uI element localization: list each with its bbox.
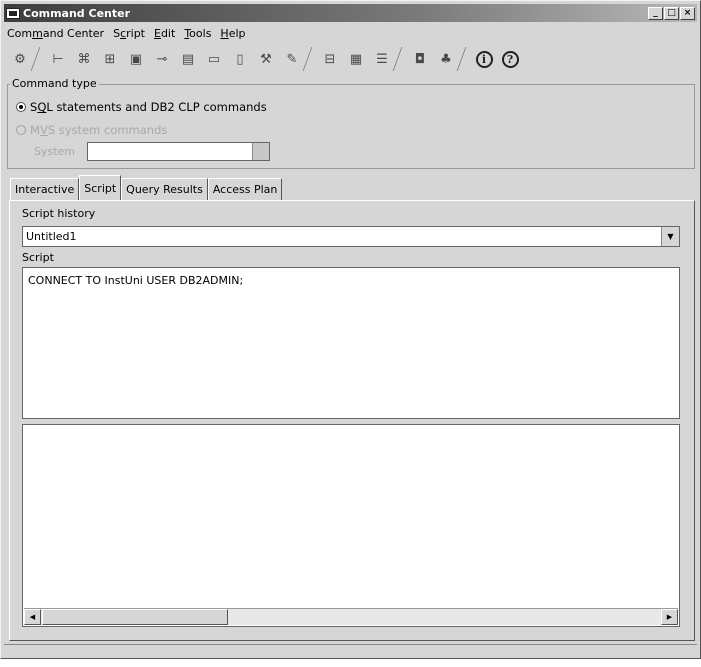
toolbar-separator bbox=[30, 47, 48, 71]
tab-query-results[interactable]: Query Results bbox=[121, 178, 208, 200]
title-bar[interactable]: Command Center _ □ × bbox=[4, 4, 697, 22]
tab-access-plan[interactable]: Access Plan bbox=[207, 178, 283, 200]
script-history-dropdown[interactable]: Untitled1 ▼ bbox=[22, 226, 680, 247]
command-center-window: Command Center _ □ × Command Center Scri… bbox=[0, 0, 701, 659]
toolbar-separator bbox=[456, 47, 474, 71]
scroll-right-icon[interactable]: ▶ bbox=[661, 609, 678, 625]
link-icon[interactable]: ⊸ bbox=[151, 48, 173, 70]
scrollbar-thumb[interactable] bbox=[42, 609, 228, 625]
menu-help[interactable]: Help bbox=[220, 27, 245, 40]
mvs-option: MVS system commands bbox=[16, 123, 167, 137]
sql-option[interactable]: SQL statements and DB2 CLP commands bbox=[16, 100, 267, 114]
toolbar-separator bbox=[302, 47, 320, 71]
menu-command-center[interactable]: Command Center bbox=[7, 27, 104, 40]
menu-tools[interactable]: Tools bbox=[184, 27, 211, 40]
menu-edit[interactable]: Edit bbox=[154, 27, 175, 40]
page-icon[interactable]: ▯ bbox=[229, 48, 251, 70]
script-history-label: Script history bbox=[22, 207, 96, 220]
person-tree-icon[interactable]: ♣ bbox=[435, 48, 457, 70]
toolbar-separator bbox=[392, 47, 410, 71]
command-type-group: Command type SQL statements and DB2 CLP … bbox=[7, 77, 695, 169]
mvs-option-label: MVS system commands bbox=[30, 123, 168, 137]
sql-radio[interactable] bbox=[16, 102, 26, 112]
system-field bbox=[87, 142, 270, 161]
maximize-button[interactable]: □ bbox=[664, 6, 679, 20]
horizontal-scrollbar[interactable]: ◀ ▶ bbox=[24, 608, 678, 625]
tab-script[interactable]: Script bbox=[79, 175, 122, 200]
system-label: System bbox=[34, 145, 76, 158]
list-icon[interactable]: ☰ bbox=[371, 48, 393, 70]
monitor-icon[interactable]: ▭ bbox=[203, 48, 225, 70]
wizard-icon[interactable]: ✎ bbox=[281, 48, 303, 70]
close-button[interactable]: × bbox=[680, 6, 695, 20]
tab-interactive[interactable]: Interactive bbox=[10, 178, 80, 200]
command-type-label: Command type bbox=[10, 77, 99, 90]
system-dropdown-button bbox=[252, 143, 269, 160]
toolbar: ⚙ ⊢ ⌘ ⊞ ▣ ⊸ ▤ ▭ ▯ ⚒ ✎ ⊟ ▦ ☰ ◘ ♣ i ? bbox=[7, 45, 695, 73]
settings-icon[interactable]: ⚙ bbox=[9, 48, 31, 70]
window-icon[interactable]: ▦ bbox=[345, 48, 367, 70]
chevron-down-icon[interactable]: ▼ bbox=[661, 227, 679, 246]
window-title: Command Center bbox=[23, 6, 131, 20]
hierarchy-icon[interactable]: ⊞ bbox=[99, 48, 121, 70]
mvs-radio bbox=[16, 125, 26, 135]
save-icon[interactable]: ◘ bbox=[409, 48, 431, 70]
scroll-left-icon[interactable]: ◀ bbox=[24, 609, 41, 625]
tools-icon[interactable]: ⚒ bbox=[255, 48, 277, 70]
help-icon[interactable]: ? bbox=[499, 48, 521, 70]
app-icon bbox=[6, 7, 20, 19]
script-history-value: Untitled1 bbox=[26, 230, 77, 243]
menu-script[interactable]: Script bbox=[113, 27, 145, 40]
tree-icon[interactable]: ⊢ bbox=[47, 48, 69, 70]
menu-bar: Command Center Script Edit Tools Help bbox=[7, 24, 246, 42]
output-area[interactable]: ◀ ▶ bbox=[22, 424, 680, 627]
tab-bar: Interactive Script Query Results Access … bbox=[10, 175, 283, 200]
script-editor[interactable]: CONNECT TO InstUni USER DB2ADMIN; bbox=[22, 267, 680, 419]
folder-tree-icon[interactable]: ⊟ bbox=[319, 48, 341, 70]
status-bar bbox=[4, 644, 697, 658]
minimize-button[interactable]: _ bbox=[648, 6, 663, 20]
script-label: Script bbox=[22, 251, 54, 264]
info-icon[interactable]: i bbox=[473, 48, 495, 70]
network-icon[interactable]: ⌘ bbox=[73, 48, 95, 70]
sql-option-label: SQL statements and DB2 CLP commands bbox=[30, 100, 267, 114]
document-icon[interactable]: ▤ bbox=[177, 48, 199, 70]
database-icon[interactable]: ▣ bbox=[125, 48, 147, 70]
